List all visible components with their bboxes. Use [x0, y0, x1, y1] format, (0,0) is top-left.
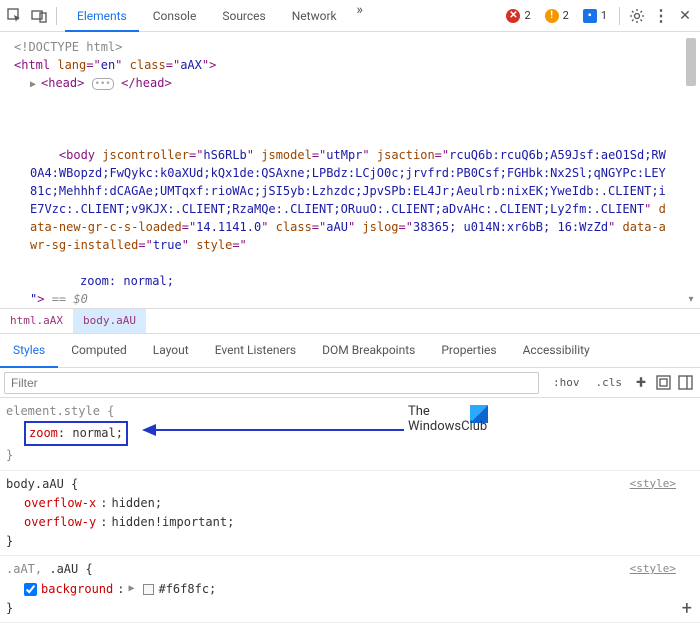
subtab-layout[interactable]: Layout — [140, 334, 202, 367]
rule-aat[interactable]: <style> .aAT, .aAU { background: ▶#f6f8f… — [0, 556, 700, 623]
rule-source-link[interactable]: <style> — [630, 475, 676, 493]
tab-elements[interactable]: Elements — [65, 1, 139, 31]
rule-source-link[interactable]: <style> — [630, 560, 676, 578]
rule-element-style[interactable]: element.style { zoom: normal; } — [0, 398, 700, 471]
toggle-sidebar-icon[interactable] — [676, 374, 694, 392]
dom-head[interactable]: ▶<head> ••• </head> — [0, 74, 700, 92]
scroll-down-icon[interactable]: ▾ — [686, 294, 696, 304]
ellipsis-icon[interactable]: ••• — [92, 78, 114, 90]
errors-count: 2 — [524, 9, 530, 22]
expand-icon[interactable]: ▶ — [30, 77, 41, 92]
cls-toggle[interactable]: .cls — [590, 372, 629, 393]
warnings-badge[interactable]: !2 — [541, 7, 573, 25]
dom-breadcrumb: html.aAX body.aAU — [0, 308, 700, 334]
dom-doctype[interactable]: <!DOCTYPE html> — [0, 38, 700, 56]
styles-panel: element.style { zoom: normal; } <style> … — [0, 398, 700, 623]
crumb-body[interactable]: body.aAU — [73, 309, 146, 333]
devtools-toolbar: Elements Console Sources Network » ✕2 !2… — [0, 0, 700, 32]
arrow-line — [154, 429, 404, 431]
separator — [619, 7, 620, 25]
warnings-count: 2 — [563, 9, 569, 22]
close-icon[interactable]: ✕ — [676, 7, 694, 25]
warning-icon: ! — [545, 9, 559, 23]
subtab-eventlisteners[interactable]: Event Listeners — [202, 334, 309, 367]
device-icon[interactable] — [30, 7, 48, 25]
computed-sidebar-icon[interactable] — [654, 374, 672, 392]
subtab-properties[interactable]: Properties — [428, 334, 509, 367]
kebab-icon[interactable]: ⋮ — [652, 7, 670, 25]
rule-body[interactable]: <style> body.aAU { overflow-x: hidden; o… — [0, 471, 700, 557]
property-checkbox[interactable] — [24, 583, 37, 596]
messages-badge[interactable]: ▪1 — [579, 7, 611, 25]
message-icon: ▪ — [583, 9, 597, 23]
dom-body-close[interactable]: "> == $0 — [0, 290, 700, 308]
subtab-accessibility[interactable]: Accessibility — [510, 334, 603, 367]
dom-html-open[interactable]: <html lang="en" class="aAX"> — [0, 56, 700, 74]
hov-toggle[interactable]: :hov — [547, 372, 586, 393]
filter-input[interactable] — [4, 372, 539, 394]
styles-filter-row: :hov .cls + — [0, 368, 700, 398]
dom-body[interactable]: ••• ▼ <body jscontroller="hS6RLb" jsmode… — [0, 92, 700, 272]
tab-console[interactable]: Console — [141, 1, 209, 31]
main-tabs: Elements Console Sources Network » — [65, 1, 496, 31]
errors-badge[interactable]: ✕2 — [502, 7, 534, 25]
dom-style-prop[interactable]: zoom: normal; — [0, 272, 700, 290]
settings-icon[interactable] — [628, 7, 646, 25]
subtab-computed[interactable]: Computed — [58, 334, 140, 367]
inspect-icon[interactable] — [6, 7, 24, 25]
dom-tree[interactable]: ▾ <!DOCTYPE html> <html lang="en" class=… — [0, 32, 700, 308]
annotation-text: TheWindowsClub — [408, 405, 487, 435]
new-rule-icon[interactable]: + — [632, 374, 650, 392]
crumb-html[interactable]: html.aAX — [0, 309, 73, 333]
error-icon: ✕ — [506, 9, 520, 23]
tab-sources[interactable]: Sources — [210, 1, 277, 31]
scrollbar-thumb[interactable] — [686, 38, 696, 86]
styles-tabs: Styles Computed Layout Event Listeners D… — [0, 334, 700, 368]
subtab-styles[interactable]: Styles — [0, 334, 58, 367]
add-rule-icon[interactable]: + — [682, 598, 692, 619]
more-tabs-icon[interactable]: » — [351, 1, 369, 19]
color-swatch[interactable] — [143, 584, 154, 595]
tab-network[interactable]: Network — [280, 1, 349, 31]
separator — [56, 7, 57, 25]
messages-count: 1 — [601, 9, 607, 22]
expand-icon[interactable]: ▶ — [128, 581, 139, 597]
subtab-dombreakpoints[interactable]: DOM Breakpoints — [309, 334, 428, 367]
highlighted-box: zoom: normal; — [24, 421, 128, 446]
